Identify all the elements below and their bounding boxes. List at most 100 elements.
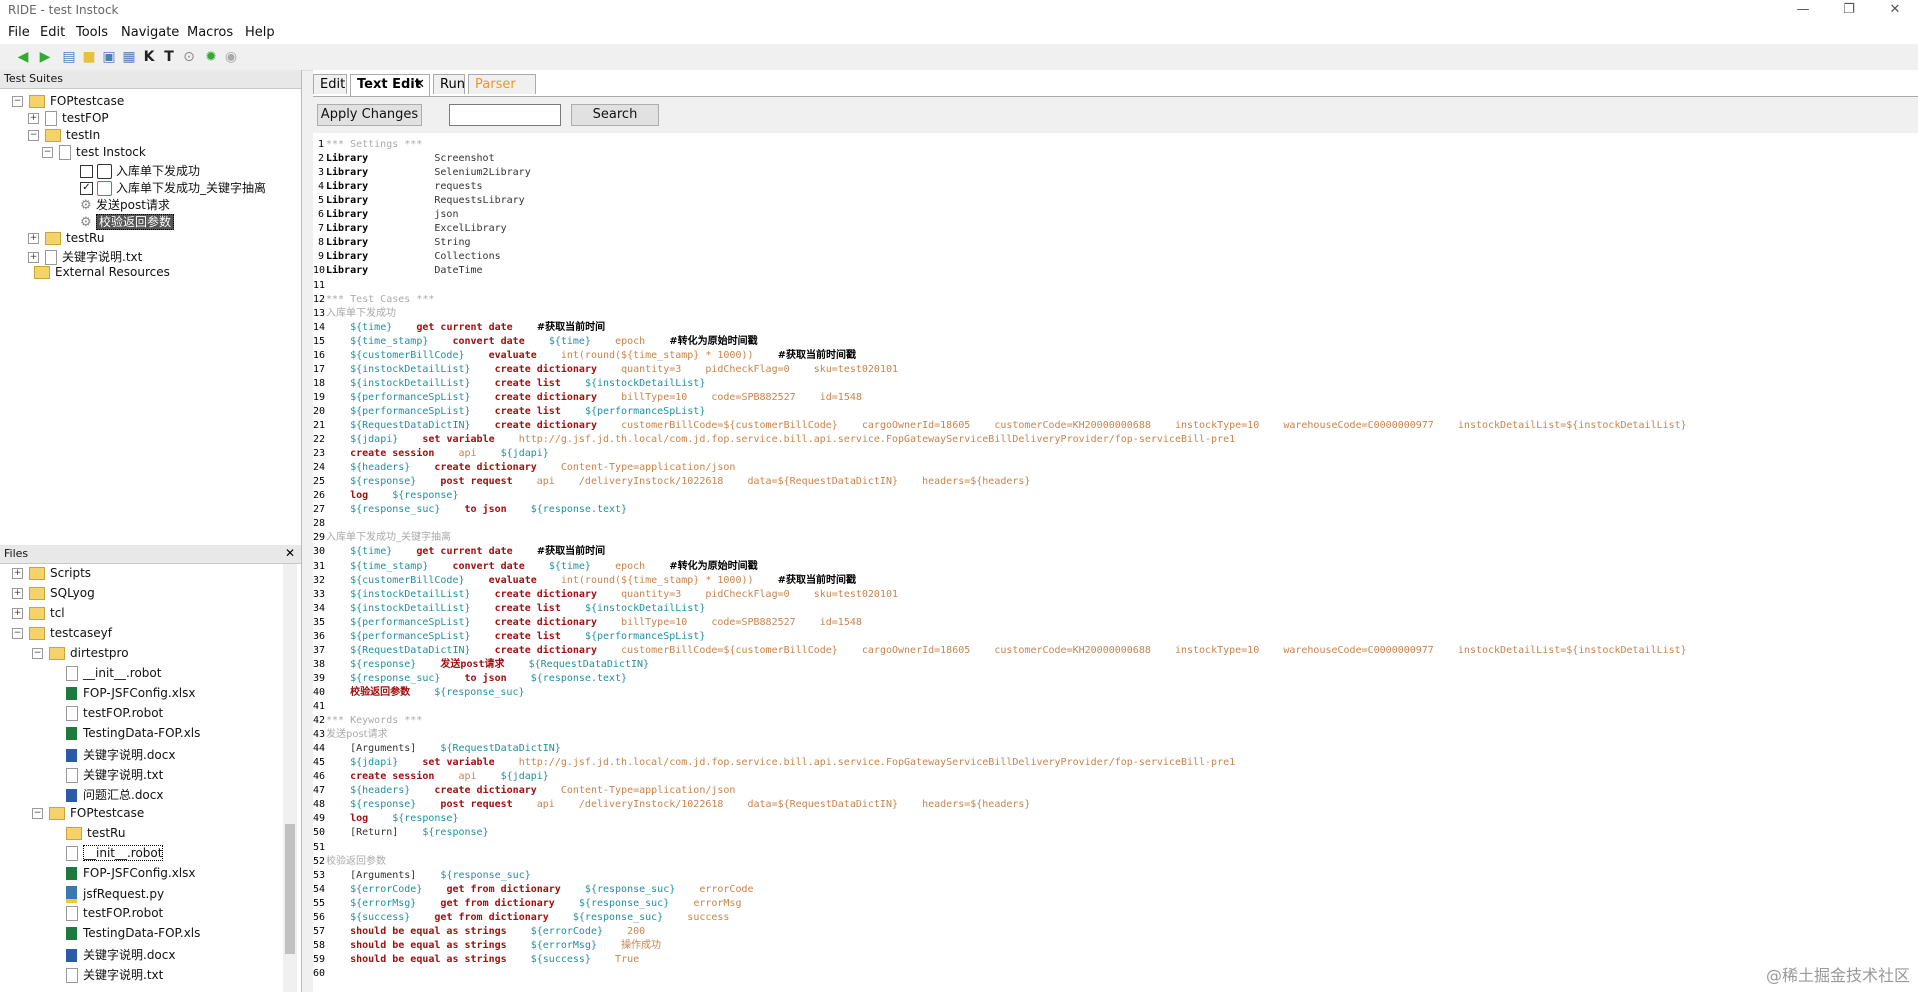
code-line[interactable]: 18 ${instockDetailList} create list ${in… [313, 377, 705, 391]
menu-edit[interactable]: Edit [40, 25, 65, 40]
code-line[interactable]: 13入库单下发成功 [313, 307, 396, 321]
code-line[interactable]: 43发送post请求 [313, 728, 388, 742]
checkbox[interactable] [80, 165, 93, 178]
file-item-docx[interactable]: 关键字说明.docx [66, 746, 175, 764]
code-line[interactable]: 32 ${customerBillCode} evaluate int(roun… [313, 574, 856, 588]
menu-tools[interactable]: Tools [76, 25, 108, 40]
expand-icon[interactable]: + [28, 113, 39, 124]
code-line[interactable]: 60 [313, 967, 326, 981]
keyword-icon[interactable]: K [140, 48, 158, 66]
save-icon[interactable]: ▦ [120, 48, 138, 66]
tree-item-kw-doc[interactable]: + 关键字说明.txt [28, 248, 142, 266]
code-line[interactable]: 14 ${time} get current date #获取当前时间 [313, 321, 605, 335]
file-item-dirtestpro[interactable]: − dirtestpro [32, 646, 129, 664]
code-line[interactable]: 38 ${response} 发送post请求 ${RequestDataDic… [313, 658, 649, 672]
code-line[interactable]: 26 log ${response} [313, 489, 458, 503]
code-line[interactable]: 55 ${errorMsg} get from dictionary ${res… [313, 897, 741, 911]
code-line[interactable]: 28 [313, 517, 326, 531]
code-line[interactable]: 51 [313, 841, 326, 855]
code-line[interactable]: 6 Library json [313, 208, 459, 222]
search-button[interactable]: Search [571, 104, 659, 126]
menu-macros[interactable]: Macros [187, 25, 233, 40]
tree-item-testcase-1[interactable]: 入库单下发成功 [80, 162, 200, 180]
file-item-scripts[interactable]: + Scripts [12, 566, 91, 584]
code-line[interactable]: 40 校验返回参数 ${response_suc} [313, 686, 525, 700]
code-line[interactable]: 23 create session api ${jdapi} [313, 447, 549, 461]
tree-item-external-resources[interactable]: External Resources [34, 265, 170, 283]
code-line[interactable]: 30 ${time} get current date #获取当前时间 [313, 545, 605, 559]
code-line[interactable]: 24 ${headers} create dictionary Content-… [313, 461, 735, 475]
code-line[interactable]: 21 ${RequestDataDictIN} create dictionar… [313, 419, 1687, 433]
open-directory-icon[interactable]: ▤ [60, 48, 78, 66]
code-line[interactable]: 5 Library RequestsLibrary [313, 194, 525, 208]
file-item-xls[interactable]: TestingData-FOP.xls [66, 926, 200, 944]
code-line[interactable]: 42*** Keywords *** [313, 714, 422, 728]
collapse-icon[interactable]: − [32, 808, 43, 819]
minimize-icon[interactable]: — [1780, 0, 1826, 22]
file-item-testcaseyf[interactable]: − testcaseyf [12, 626, 112, 644]
code-editor[interactable]: 1 *** Settings *** 2 Library Screenshot 3 Lib… [313, 138, 1918, 992]
file-item-init[interactable]: __init__.robot [66, 845, 164, 864]
file-item-init[interactable]: __init__.robot [66, 666, 161, 684]
tree-item-testcase-2[interactable]: ✓ 入库单下发成功_关键字抽离 [80, 179, 266, 197]
file-item-sqlyog[interactable]: + SQLyog [12, 586, 95, 604]
code-line[interactable]: 25 ${response} post request api /deliver… [313, 475, 1030, 489]
code-line[interactable]: 19 ${performanceSpList} create dictionar… [313, 391, 862, 405]
code-line[interactable]: 10Library DateTime [313, 264, 483, 278]
expand-icon[interactable]: + [28, 252, 39, 263]
settings-icon[interactable]: ✹ [202, 48, 220, 66]
file-item-txt[interactable]: 关键字说明.txt [66, 766, 163, 784]
expand-icon[interactable]: + [12, 608, 23, 619]
code-line[interactable]: 20 ${performanceSpList} create list ${pe… [313, 405, 705, 419]
open-file-icon[interactable]: ▣ [100, 48, 118, 66]
menu-file[interactable]: File [8, 25, 30, 40]
file-item-robot[interactable]: testFOP.robot [66, 706, 163, 724]
collapse-icon[interactable]: − [32, 648, 43, 659]
stop-icon[interactable]: ◉ [222, 48, 240, 66]
code-line[interactable]: 41 [313, 700, 326, 714]
tree-item-testfop[interactable]: + testFOP [28, 111, 109, 129]
text-icon[interactable]: T [160, 48, 178, 66]
expand-icon[interactable]: + [12, 588, 23, 599]
code-line[interactable]: 44 [Arguments] ${RequestDataDictIN} [313, 742, 561, 756]
back-arrow-icon[interactable]: ◀ [14, 48, 32, 66]
close-tab-icon[interactable]: ✕ [414, 75, 425, 95]
tab-text-edit[interactable]: Text Edit ✕ [350, 74, 430, 96]
code-line[interactable]: 53 [Arguments] ${response_suc} [313, 869, 531, 883]
menu-navigate[interactable]: Navigate [121, 25, 179, 40]
code-line[interactable]: 2 Library Screenshot [313, 152, 495, 166]
code-line[interactable]: 52校验返回参数 [313, 855, 386, 869]
code-line[interactable]: 16 ${customerBillCode} evaluate int(roun… [313, 349, 856, 363]
file-item-issues[interactable]: 问题汇总.docx [66, 786, 163, 804]
code-line[interactable]: 59 should be equal as strings ${success}… [313, 953, 639, 967]
code-line[interactable]: 54 ${errorCode} get from dictionary ${re… [313, 883, 754, 897]
file-item-txt[interactable]: 关键字说明.txt [66, 966, 163, 984]
code-line[interactable]: 58 should be equal as strings ${errorMsg… [313, 939, 661, 953]
file-item-foptestcase[interactable]: − FOPtestcase [32, 806, 144, 824]
code-line[interactable]: 50 [Return] ${response} [313, 826, 489, 840]
code-line[interactable]: 48 ${response} post request api /deliver… [313, 798, 1030, 812]
tree-item-foptestcase[interactable]: − FOPtestcase [12, 94, 124, 112]
code-line[interactable]: 17 ${instockDetailList} create dictionar… [313, 363, 898, 377]
apply-changes-button[interactable]: Apply Changes [317, 104, 422, 126]
code-line[interactable]: 49 log ${response} [313, 812, 458, 826]
scroll-thumb[interactable] [285, 824, 295, 954]
tab-run[interactable]: Run [433, 74, 465, 94]
code-line[interactable]: 29入库单下发成功_关键字抽离 [313, 531, 451, 545]
code-line[interactable]: 4 Library requests [313, 180, 483, 194]
tree-item-keyword-verify[interactable]: ⚙ 校验返回参数 [80, 213, 175, 231]
expand-icon[interactable]: + [28, 233, 39, 244]
new-file-icon[interactable]: ■ [80, 48, 98, 66]
code-line[interactable]: 33 ${instockDetailList} create dictionar… [313, 588, 898, 602]
tab-edit[interactable]: Edit [313, 74, 347, 94]
collapse-icon[interactable]: − [42, 147, 53, 158]
code-line[interactable]: 8 Library String [313, 236, 471, 250]
files-scrollbar[interactable] [283, 564, 297, 992]
file-item-tcl[interactable]: + tcl [12, 606, 65, 624]
code-line[interactable]: 37 ${RequestDataDictIN} create dictionar… [313, 644, 1687, 658]
search-input[interactable] [449, 104, 561, 126]
collapse-icon[interactable]: − [28, 130, 39, 141]
code-line[interactable]: 9 Library Collections [313, 250, 501, 264]
code-line[interactable]: 34 ${instockDetailList} create list ${in… [313, 602, 705, 616]
tree-item-testru[interactable]: + testRu [28, 231, 104, 249]
